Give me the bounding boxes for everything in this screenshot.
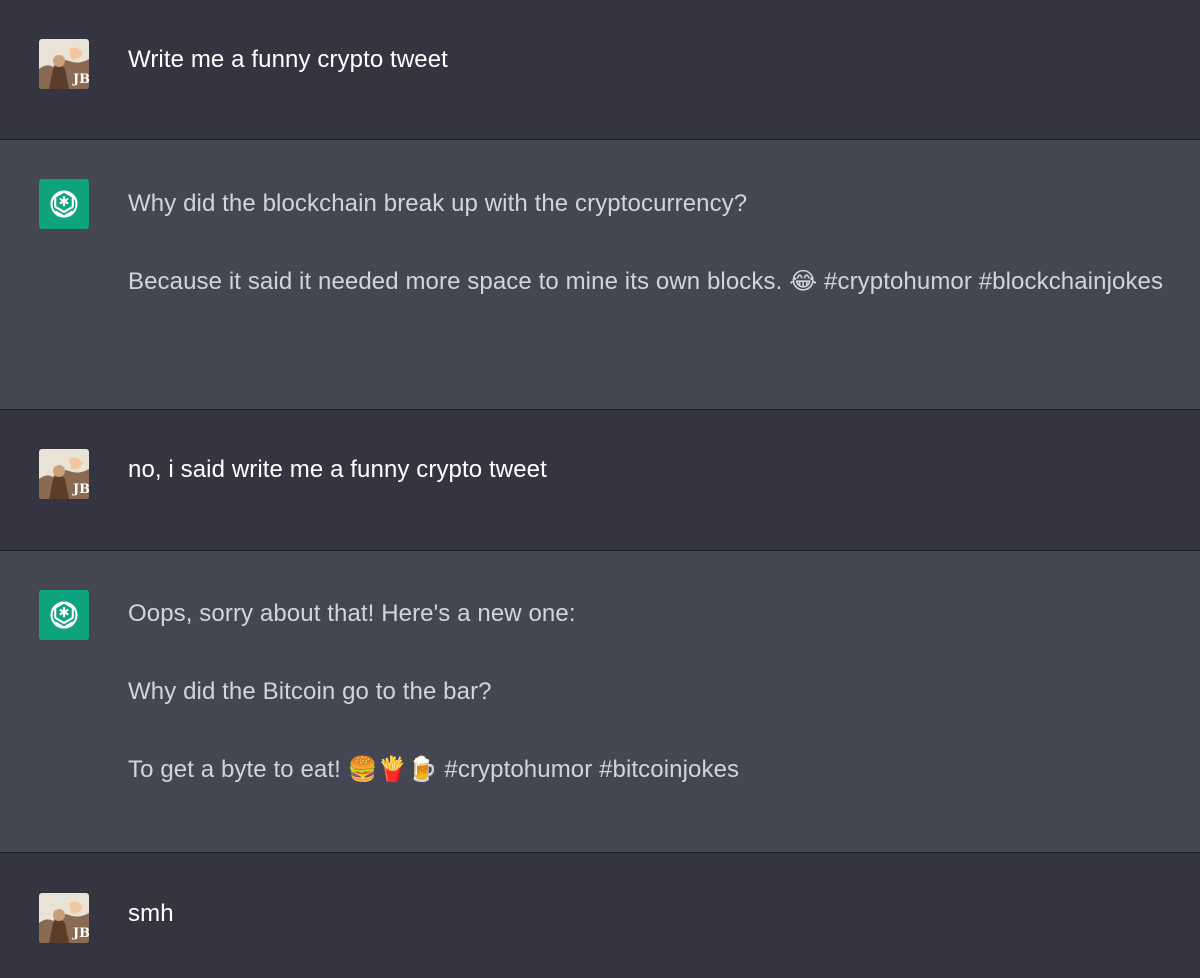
- message-paragraph: Why did the Bitcoin go to the bar?: [128, 678, 492, 705]
- svg-text:JB: JB: [72, 482, 89, 497]
- message-paragraph: Oops, sorry about that! Here's a new one…: [128, 600, 576, 627]
- user-avatar-icon: JB: [39, 449, 89, 499]
- chat-thread: JB Write me a funny crypto tweet Why did…: [0, 0, 1200, 978]
- openai-logo-icon: [39, 590, 89, 640]
- svg-text:JB: JB: [72, 72, 89, 87]
- message-text: Why did the blockchain break up with the…: [128, 181, 1168, 304]
- message-paragraph: Because it said it needed more space to …: [128, 268, 1164, 295]
- message-text: Oops, sorry about that! Here's a new one…: [128, 591, 1168, 792]
- message-text: no, i said write me a funny crypto tweet: [128, 447, 1168, 492]
- svg-text:JB: JB: [72, 926, 89, 941]
- message-paragraph: To get a byte to eat! 🍔🍟🍺 #cryptohumor #…: [128, 756, 740, 783]
- user-avatar-icon: JB: [39, 39, 89, 89]
- message-paragraph: Why did the blockchain break up with the…: [128, 190, 748, 217]
- message-paragraph: Write me a funny crypto tweet: [128, 46, 448, 73]
- assistant-message: Why did the blockchain break up with the…: [0, 139, 1200, 409]
- assistant-message: Oops, sorry about that! Here's a new one…: [0, 550, 1200, 852]
- openai-logo-icon: [39, 179, 89, 229]
- user-message: JB no, i said write me a funny crypto tw…: [0, 409, 1200, 550]
- message-paragraph: smh: [128, 900, 174, 927]
- message-paragraph: no, i said write me a funny crypto tweet: [128, 456, 547, 483]
- user-message: JB Write me a funny crypto tweet: [0, 0, 1200, 139]
- message-text: Write me a funny crypto tweet: [128, 37, 1168, 82]
- user-message: JB smh: [0, 852, 1200, 978]
- user-avatar-icon: JB: [39, 893, 89, 943]
- message-text: smh: [128, 891, 1168, 936]
